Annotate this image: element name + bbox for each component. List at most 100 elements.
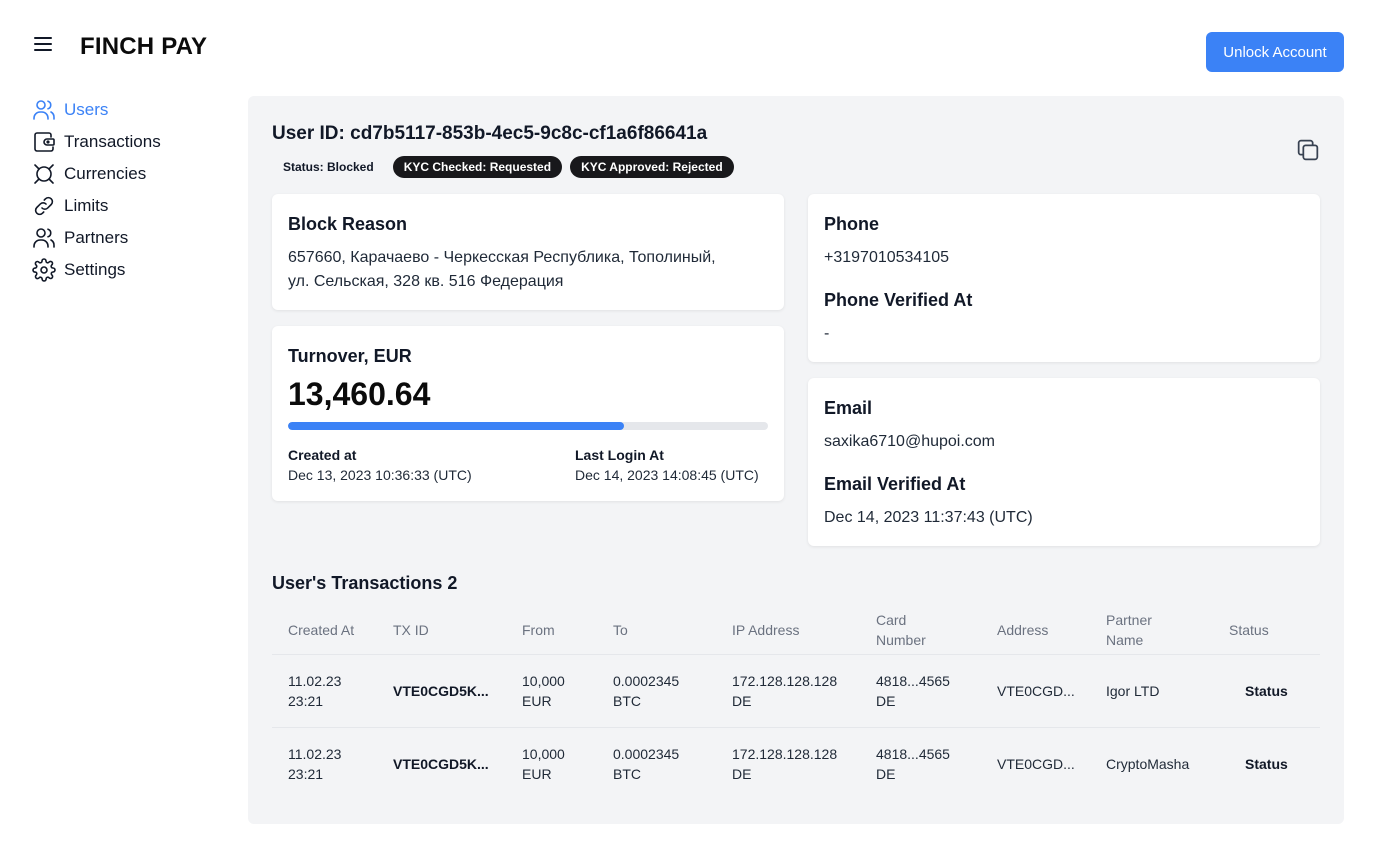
cell-to-currency: BTC (613, 766, 641, 782)
hamburger-menu-icon[interactable] (32, 34, 56, 54)
last-login-value: Dec 14, 2023 14:08:45 (UTC) (575, 467, 759, 483)
email-verified-value: Dec 14, 2023 11:37:43 (UTC) (824, 509, 1033, 526)
cell-to: 0.0002345 BTC (613, 744, 679, 784)
sidebar-item-label: Settings (64, 260, 126, 279)
cell-address: VTE0CGD... (997, 683, 1075, 699)
cell-from-amount: 10,000 (522, 746, 565, 762)
header-from[interactable]: From (522, 620, 555, 640)
cell-from: 10,000 EUR (522, 744, 565, 784)
cell-card-number: 4818...4565 (876, 673, 950, 689)
block-reason-card: Block Reason 657660, Карачаево - Черкесс… (272, 194, 784, 310)
cell-to-amount: 0.0002345 (613, 673, 680, 689)
cell-created-at: 11.02.23 23:21 (288, 671, 341, 711)
phone-value: +3197010534105 (824, 249, 950, 266)
last-login-label: Last Login At (575, 447, 664, 463)
cell-partner: CryptoMasha (1106, 756, 1190, 772)
header-address[interactable]: Address (997, 620, 1048, 640)
header-status[interactable]: Status (1229, 620, 1269, 640)
cell-to: 0.0002345 BTC (613, 671, 679, 711)
cell-card: 4818...4565 DE (876, 671, 950, 711)
cell-ip-address: 172.128.128.128 (732, 746, 838, 762)
sidebar-item-label: Transactions (64, 132, 161, 151)
turnover-title: Turnover, EUR (288, 346, 412, 366)
cell-to-amount: 0.0002345 (613, 746, 680, 762)
phone-title: Phone (824, 214, 880, 234)
cell-card-country: DE (876, 693, 896, 709)
link-icon (32, 194, 56, 218)
sidebar-nav: Users Transactions Currencies Limits Par… (32, 94, 232, 286)
status-badge: Status: Blocked (283, 160, 374, 174)
block-reason-line-1: 657660, Карачаево - Черкесская Республик… (288, 249, 716, 266)
users-icon (32, 98, 56, 122)
sidebar-item-label: Partners (64, 228, 129, 247)
cell-ip: 172.128.128.128 DE (732, 671, 837, 711)
cell-ip: 172.128.128.128 DE (732, 744, 837, 784)
table-header: Created At TX ID From To IP Address Card… (272, 606, 1320, 655)
header-ip-address[interactable]: IP Address (732, 620, 799, 640)
phone-verified-value: - (824, 325, 830, 342)
block-reason-title: Block Reason (288, 214, 408, 234)
email-verified-title: Email Verified At (824, 474, 966, 494)
cell-ip-address: 172.128.128.128 (732, 673, 838, 689)
phone-verified-title: Phone Verified At (824, 290, 973, 310)
email-value: saxika6710@hupoi.com (824, 433, 996, 450)
sidebar-item-label: Users (64, 100, 109, 119)
gear-icon (32, 258, 56, 282)
sidebar-item-label: Limits (64, 196, 109, 215)
cell-date: 11.02.23 (288, 746, 342, 762)
cell-from-currency: EUR (522, 766, 552, 782)
created-at-value: Dec 13, 2023 10:36:33 (UTC) (288, 467, 472, 483)
header-created-at[interactable]: Created At (288, 620, 354, 640)
turnover-value: 13,460.64 (288, 376, 431, 412)
sidebar-item-settings[interactable]: Settings (32, 254, 232, 286)
cell-partner: Igor LTD (1106, 683, 1160, 699)
cell-ip-country: DE (732, 693, 752, 709)
header-to[interactable]: To (613, 620, 628, 640)
email-card: Email saxika6710@hupoi.com Email Verifie… (808, 378, 1320, 546)
header-partner-name[interactable]: Partner Name (1106, 610, 1152, 650)
cell-address: VTE0CGD... (997, 756, 1075, 772)
header-card-line-2: Number (876, 632, 926, 648)
sidebar-item-transactions[interactable]: Transactions (32, 126, 232, 158)
cell-tx-id[interactable]: VTE0CGD5K... (393, 681, 489, 701)
header-tx-id[interactable]: TX ID (393, 620, 429, 640)
table-row[interactable]: 11.02.23 23:21 VTE0CGD5K... 10,000 EUR 0.0… (272, 728, 1320, 801)
cell-date: 11.02.23 (288, 673, 342, 689)
cell-status: Status (1245, 756, 1288, 772)
cell-card: 4818...4565 DE (876, 744, 950, 784)
cell-time: 23:21 (288, 693, 324, 709)
cell-ip-country: DE (732, 766, 752, 782)
cell-to-currency: BTC (613, 693, 641, 709)
app-header: FINCH PAY Unlock Account (0, 0, 1376, 90)
unlock-account-button[interactable]: Unlock Account (1206, 32, 1344, 72)
cell-created-at: 11.02.23 23:21 (288, 744, 341, 784)
cell-time: 23:21 (288, 766, 324, 782)
currency-icon (32, 162, 56, 186)
partners-icon (32, 226, 56, 250)
sidebar-item-label: Currencies (64, 164, 147, 183)
kyc-checked-badge: KYC Checked: Requested (392, 156, 563, 178)
turnover-progress-bar (288, 422, 768, 430)
block-reason-line-2: ул. Сельская, 328 кв. 516 Федерация (288, 273, 564, 290)
transactions-title: User's Transactions 2 (272, 573, 458, 593)
header-card-number[interactable]: Card Number (876, 610, 926, 650)
sidebar-item-users[interactable]: Users (32, 94, 232, 126)
copy-icon[interactable] (1294, 136, 1322, 164)
cell-tx-id[interactable]: VTE0CGD5K... (393, 754, 489, 774)
header-card-line-1: Card (876, 612, 907, 628)
user-id-title: User ID: cd7b5117-853b-4ec5-9c8c-cf1a6f8… (272, 123, 708, 144)
user-detail-panel: User ID: cd7b5117-853b-4ec5-9c8c-cf1a6f8… (248, 96, 1344, 824)
sidebar-item-partners[interactable]: Partners (32, 222, 232, 254)
kyc-approved-badge: KYC Approved: Rejected (570, 156, 734, 178)
sidebar-item-limits[interactable]: Limits (32, 190, 232, 222)
header-partner-line-2: Name (1106, 632, 1144, 648)
cell-card-number: 4818...4565 (876, 746, 950, 762)
table-row[interactable]: 11.02.23 23:21 VTE0CGD5K... 10,000 EUR 0.0… (272, 655, 1320, 728)
cell-from-amount: 10,000 (522, 673, 565, 689)
turnover-card: Turnover, EUR 13,460.64 Created at Dec 1… (272, 326, 784, 501)
cell-from-currency: EUR (522, 693, 552, 709)
sidebar-item-currencies[interactable]: Currencies (32, 158, 232, 190)
status-badges: Status: Blocked KYC Checked: Requested K… (272, 156, 734, 178)
brand-logo[interactable]: FINCH PAY (80, 33, 207, 61)
email-title: Email (824, 398, 873, 418)
